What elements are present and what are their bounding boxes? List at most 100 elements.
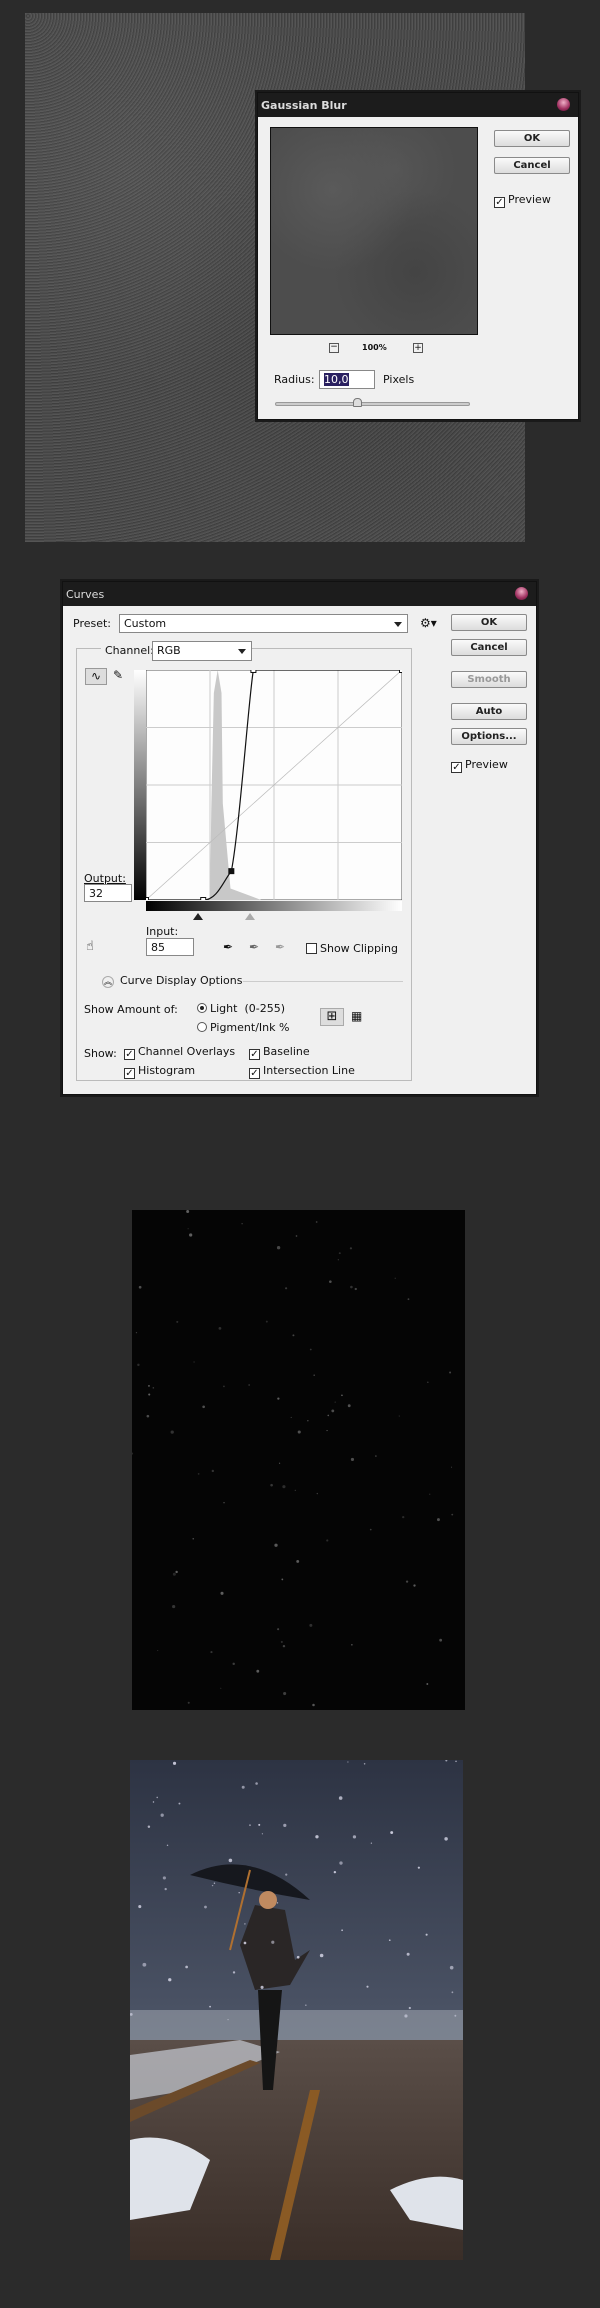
channel-overlays-checkbox[interactable]: ✓ Channel Overlays bbox=[124, 1045, 235, 1060]
snowflake bbox=[228, 1858, 233, 1863]
snowflake bbox=[223, 1385, 225, 1388]
show-label: Show: bbox=[84, 1047, 117, 1060]
snowflake bbox=[227, 2019, 229, 2021]
snowflake bbox=[176, 1320, 179, 1323]
pigment-radio[interactable]: Pigment/Ink % bbox=[197, 1021, 289, 1034]
final-photo bbox=[130, 1760, 463, 2260]
radius-slider-thumb[interactable] bbox=[353, 398, 362, 407]
cancel-button[interactable]: Cancel bbox=[451, 639, 527, 656]
white-point-slider[interactable] bbox=[245, 913, 255, 920]
snowflake bbox=[274, 1543, 278, 1547]
show-clipping-label: Show Clipping bbox=[320, 942, 398, 955]
snowflake bbox=[138, 1905, 142, 1909]
zoom-level: 100% bbox=[362, 343, 387, 352]
options-button[interactable]: Options... bbox=[451, 728, 527, 745]
input-input[interactable]: 85 bbox=[146, 938, 194, 956]
close-icon[interactable] bbox=[515, 587, 528, 600]
snowflake bbox=[283, 1823, 287, 1827]
snowflake bbox=[210, 1650, 213, 1654]
snowflake bbox=[425, 1933, 428, 1936]
snowflake bbox=[309, 1623, 313, 1627]
snowflake bbox=[258, 1823, 261, 1826]
snowflake bbox=[338, 1796, 343, 1800]
snowflake bbox=[437, 1518, 440, 1522]
smooth-button[interactable]: Smooth bbox=[451, 671, 527, 688]
ok-button[interactable]: OK bbox=[494, 130, 570, 147]
cancel-button[interactable]: Cancel bbox=[494, 157, 570, 174]
preview-checkbox[interactable]: ✓ Preview bbox=[494, 193, 551, 208]
baseline-checkbox[interactable]: ✓ Baseline bbox=[249, 1045, 310, 1060]
snowflake bbox=[341, 1394, 343, 1397]
curves-dialog: Curves Preset: Custom ⚙▾ Channel: RGB ∿ … bbox=[62, 581, 537, 1095]
snowflake bbox=[290, 1416, 292, 1418]
snowflake bbox=[449, 1965, 454, 1970]
snowflake bbox=[168, 1978, 172, 1982]
snowflake bbox=[135, 1332, 138, 1334]
close-icon[interactable] bbox=[557, 98, 570, 111]
snowflake bbox=[295, 1235, 298, 1237]
gear-icon[interactable]: ⚙▾ bbox=[420, 616, 437, 630]
black-point-slider[interactable] bbox=[193, 913, 203, 920]
histogram-checkbox[interactable]: ✓ Histogram bbox=[124, 1064, 195, 1079]
snowflake bbox=[241, 1223, 243, 1225]
preview-checkbox[interactable]: ✓ Preview bbox=[451, 758, 508, 773]
curve-graph[interactable] bbox=[146, 670, 402, 900]
checkbox-box bbox=[306, 943, 317, 954]
auto-button[interactable]: Auto bbox=[451, 703, 527, 720]
snowflake bbox=[147, 1825, 151, 1829]
snowflake bbox=[276, 1246, 281, 1250]
ok-button[interactable]: OK bbox=[451, 614, 527, 631]
snowflake bbox=[307, 1420, 309, 1422]
snowflake bbox=[285, 1873, 288, 1876]
hand-adjust-icon[interactable]: ☝ bbox=[86, 939, 94, 954]
snowflake bbox=[350, 1285, 353, 1289]
snowflake bbox=[375, 1455, 377, 1457]
output-input[interactable]: 32 bbox=[84, 884, 132, 902]
snowflake bbox=[164, 1887, 167, 1891]
snowflake bbox=[350, 1457, 355, 1462]
light-radio[interactable]: Light (0-255) bbox=[197, 1002, 285, 1015]
curve-point bbox=[146, 897, 149, 900]
preset-dropdown[interactable]: Custom bbox=[119, 614, 408, 633]
snowflake bbox=[232, 1662, 235, 1666]
display-options-toggle[interactable]: ︽ Curve Display Options bbox=[102, 974, 242, 988]
simple-grid-button[interactable]: ⊞ bbox=[320, 1008, 344, 1026]
show-clipping-checkbox[interactable]: Show Clipping bbox=[306, 942, 398, 955]
zoom-out-button[interactable]: − bbox=[329, 343, 339, 353]
snowflake bbox=[366, 1985, 369, 1988]
snowflake bbox=[305, 2004, 307, 2006]
histogram-label: Histogram bbox=[138, 1064, 196, 1077]
zoom-in-button[interactable]: + bbox=[413, 343, 423, 353]
snowflake bbox=[339, 1861, 343, 1865]
channel-value: RGB bbox=[157, 644, 181, 657]
snowflake bbox=[282, 1644, 286, 1648]
snowflake bbox=[426, 1683, 429, 1685]
snowflake bbox=[162, 1876, 166, 1880]
gray-eyedropper-icon[interactable]: ✒ bbox=[249, 940, 259, 954]
snowflake bbox=[338, 1252, 341, 1255]
snowflake bbox=[354, 1287, 357, 1291]
snowflake bbox=[192, 1538, 195, 1540]
pencil-icon[interactable]: ✎ bbox=[113, 668, 123, 682]
snowflake bbox=[271, 1940, 275, 1944]
blur-preview[interactable] bbox=[270, 127, 478, 335]
channel-dropdown[interactable]: RGB bbox=[152, 641, 252, 661]
snowflake bbox=[255, 1782, 258, 1785]
curve-tool-button[interactable]: ∿ bbox=[85, 668, 107, 685]
snowflake bbox=[193, 1361, 195, 1363]
snowflake bbox=[243, 1941, 247, 1945]
radius-slider[interactable] bbox=[275, 402, 470, 406]
check-icon: ✓ bbox=[124, 1068, 135, 1079]
intersection-line-checkbox[interactable]: ✓ Intersection Line bbox=[249, 1064, 355, 1079]
snowflake bbox=[157, 1649, 159, 1652]
white-eyedropper-icon[interactable]: ✒ bbox=[275, 940, 285, 954]
detailed-grid-icon[interactable]: ▦ bbox=[351, 1009, 362, 1023]
snowflake bbox=[160, 1813, 164, 1817]
snowflake bbox=[172, 1572, 176, 1576]
black-eyedropper-icon[interactable]: ✒ bbox=[223, 940, 233, 954]
check-icon: ✓ bbox=[249, 1068, 260, 1079]
snowflake bbox=[316, 1492, 318, 1495]
snowflake bbox=[417, 1866, 420, 1869]
radius-input[interactable]: 10,0 bbox=[319, 370, 375, 389]
radius-label: Radius: bbox=[274, 373, 315, 386]
